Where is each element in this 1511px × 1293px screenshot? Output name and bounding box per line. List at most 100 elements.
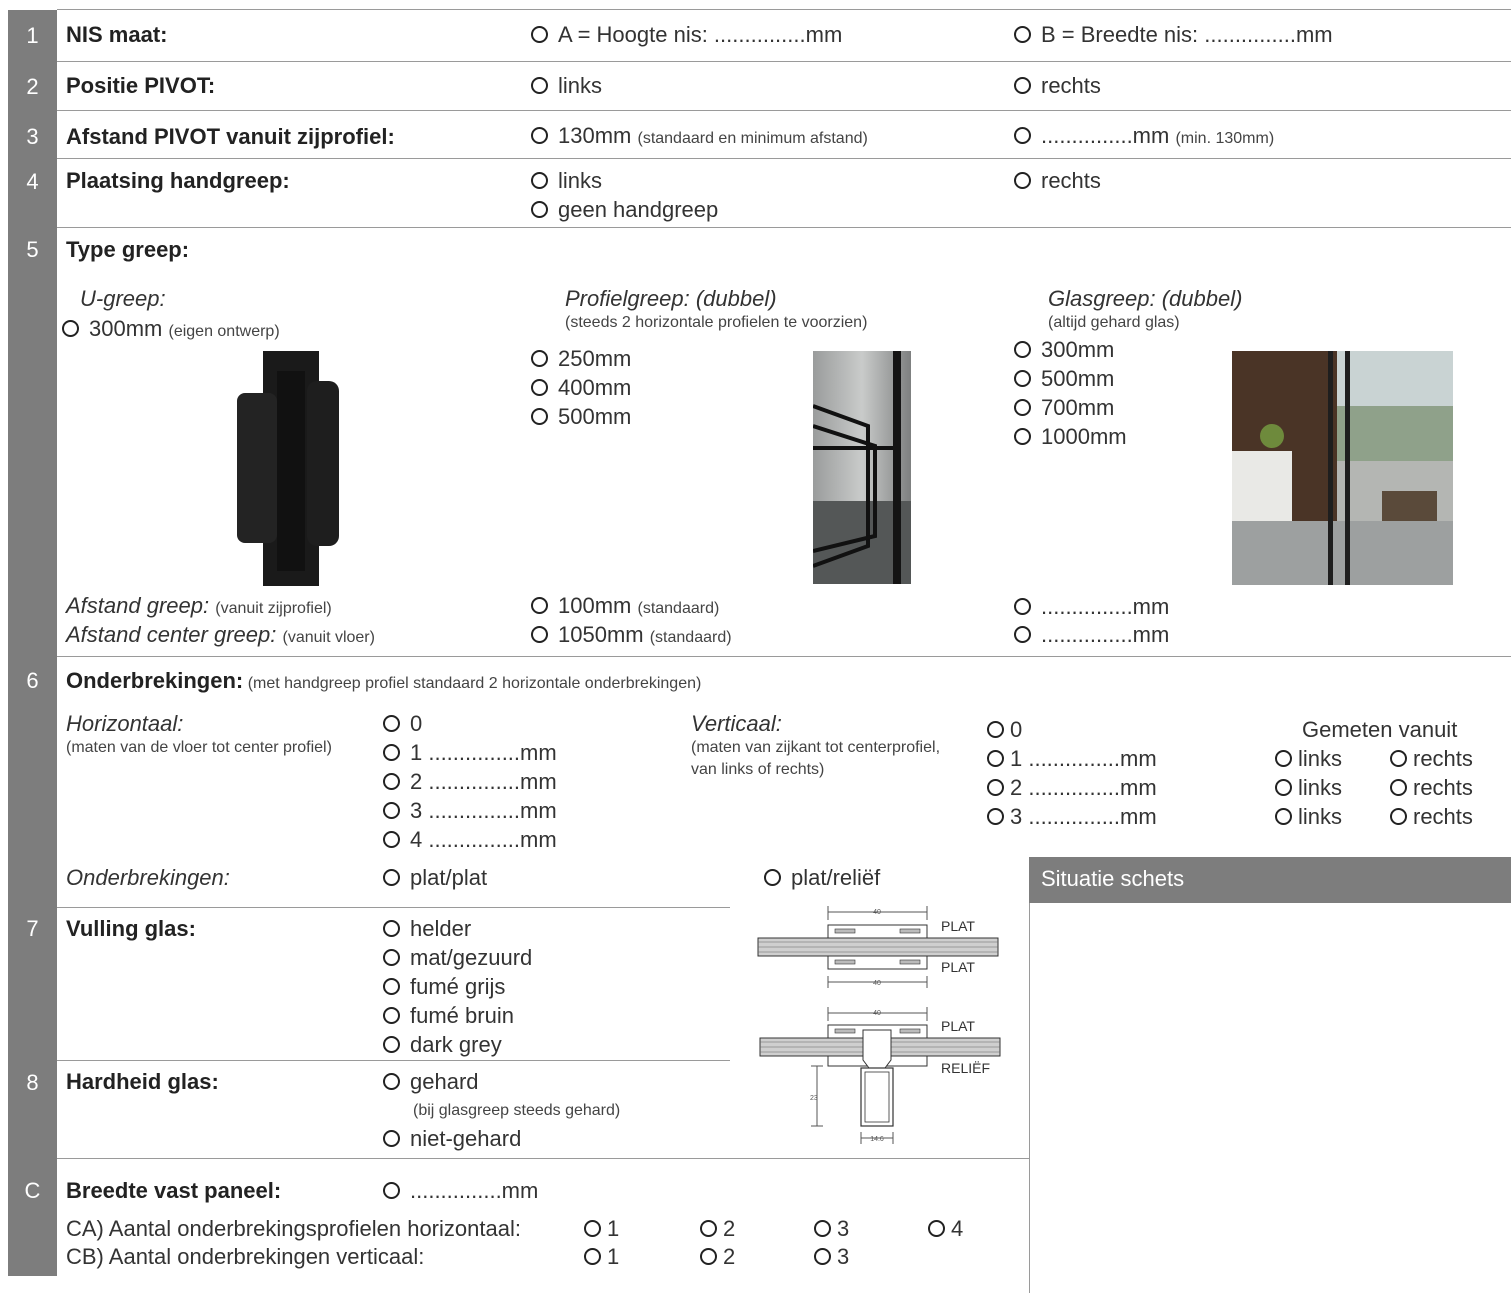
v2-rechts-option[interactable]: rechts	[1390, 775, 1473, 801]
radio-icon[interactable]	[700, 1247, 717, 1265]
v1-rechts-option[interactable]: rechts	[1390, 746, 1473, 772]
plat-relief-option[interactable]: plat/reliëf	[764, 865, 880, 891]
verticaal-0-option[interactable]: 0	[987, 717, 1022, 743]
radio-icon[interactable]	[531, 349, 548, 367]
glasgreep-300-option[interactable]: 300mm	[1014, 337, 1114, 363]
radio-icon[interactable]	[383, 948, 400, 966]
radio-icon[interactable]	[1014, 171, 1031, 189]
profielgreep-400-option[interactable]: 400mm	[531, 375, 631, 401]
cb-1-option[interactable]: 1	[584, 1244, 619, 1270]
vulling-dark-grey-option[interactable]: dark grey	[383, 1032, 502, 1058]
radio-icon[interactable]	[531, 596, 548, 614]
breedte-nis-option[interactable]: B = Breedte nis: ...............mm	[1014, 22, 1333, 48]
horizontaal-2-option[interactable]: 2 ...............mm	[383, 769, 557, 795]
radio-icon[interactable]	[531, 25, 548, 43]
radio-icon[interactable]	[764, 868, 781, 886]
radio-icon[interactable]	[1275, 807, 1292, 825]
vulling-mat-option[interactable]: mat/gezuurd	[383, 945, 532, 971]
radio-icon[interactable]	[1014, 340, 1031, 358]
horizontaal-3-option[interactable]: 3 ...............mm	[383, 798, 557, 824]
pivot-custom-option[interactable]: ...............mm (min. 130mm)	[1014, 123, 1274, 149]
radio-icon[interactable]	[700, 1219, 717, 1237]
radio-icon[interactable]	[1014, 427, 1031, 445]
radio-icon[interactable]	[1014, 597, 1031, 615]
horizontaal-1-option[interactable]: 1 ...............mm	[383, 740, 557, 766]
radio-icon[interactable]	[1390, 778, 1407, 796]
ca-4-option[interactable]: 4	[928, 1216, 963, 1242]
radio-icon[interactable]	[383, 977, 400, 995]
radio-icon[interactable]	[531, 200, 548, 218]
v1-links-option[interactable]: links	[1275, 746, 1342, 772]
horizontaal-0-option[interactable]: 0	[383, 711, 422, 737]
pivot-rechts-option[interactable]: rechts	[1014, 73, 1101, 99]
plat-plat-option[interactable]: plat/plat	[383, 865, 487, 891]
pivot-links-option[interactable]: links	[531, 73, 602, 99]
radio-icon[interactable]	[383, 1072, 400, 1090]
ca-2-option[interactable]: 2	[700, 1216, 735, 1242]
pivot-130-option[interactable]: 130mm (standaard en minimum afstand)	[531, 123, 868, 149]
radio-icon[interactable]	[531, 378, 548, 396]
glasgreep-500-option[interactable]: 500mm	[1014, 366, 1114, 392]
radio-icon[interactable]	[531, 407, 548, 425]
cb-2-option[interactable]: 2	[700, 1244, 735, 1270]
verticaal-2-option[interactable]: 2 ...............mm	[987, 775, 1157, 801]
radio-icon[interactable]	[1275, 778, 1292, 796]
radio-icon[interactable]	[383, 830, 400, 848]
radio-icon[interactable]	[1014, 25, 1031, 43]
radio-icon[interactable]	[987, 749, 1004, 767]
afstand-100-option[interactable]: 100mm (standaard)	[531, 593, 719, 619]
vulling-helder-option[interactable]: helder	[383, 916, 471, 942]
u-greep-300-option[interactable]: 300mm (eigen ontwerp)	[62, 316, 280, 342]
radio-icon[interactable]	[383, 1006, 400, 1024]
radio-icon[interactable]	[383, 1035, 400, 1053]
radio-icon[interactable]	[531, 625, 548, 643]
handgreep-rechts-option[interactable]: rechts	[1014, 168, 1101, 194]
vulling-fume-grijs-option[interactable]: fumé grijs	[383, 974, 505, 1000]
v3-rechts-option[interactable]: rechts	[1390, 804, 1473, 830]
radio-icon[interactable]	[1014, 126, 1031, 144]
hoogte-nis-option[interactable]: A = Hoogte nis: ...............mm	[531, 22, 842, 48]
radio-icon[interactable]	[928, 1219, 945, 1237]
radio-icon[interactable]	[987, 720, 1004, 738]
radio-icon[interactable]	[383, 1129, 400, 1147]
radio-icon[interactable]	[531, 171, 548, 189]
horizontaal-4-option[interactable]: 4 ...............mm	[383, 827, 557, 853]
profielgreep-250-option[interactable]: 250mm	[531, 346, 631, 372]
radio-icon[interactable]	[383, 919, 400, 937]
verticaal-3-option[interactable]: 3 ...............mm	[987, 804, 1157, 830]
radio-icon[interactable]	[1390, 807, 1407, 825]
afstand-custom-option[interactable]: ...............mm	[1014, 594, 1169, 620]
geen-handgreep-option[interactable]: geen handgreep	[531, 197, 718, 223]
niet-gehard-option[interactable]: niet-gehard	[383, 1126, 521, 1152]
handgreep-links-option[interactable]: links	[531, 168, 602, 194]
radio-icon[interactable]	[814, 1219, 831, 1237]
breedte-vast-paneel-option[interactable]: ...............mm	[383, 1178, 538, 1204]
cb-3-option[interactable]: 3	[814, 1244, 849, 1270]
glasgreep-1000-option[interactable]: 1000mm	[1014, 424, 1127, 450]
radio-icon[interactable]	[531, 126, 548, 144]
radio-icon[interactable]	[987, 807, 1004, 825]
radio-icon[interactable]	[1014, 625, 1031, 643]
gehard-option[interactable]: gehard	[383, 1069, 479, 1095]
vulling-fume-bruin-option[interactable]: fumé bruin	[383, 1003, 514, 1029]
radio-icon[interactable]	[1014, 398, 1031, 416]
ca-1-option[interactable]: 1	[584, 1216, 619, 1242]
verticaal-1-option[interactable]: 1 ...............mm	[987, 746, 1157, 772]
radio-icon[interactable]	[814, 1247, 831, 1265]
ca-3-option[interactable]: 3	[814, 1216, 849, 1242]
radio-icon[interactable]	[383, 743, 400, 761]
center-custom-option[interactable]: ...............mm	[1014, 622, 1169, 648]
radio-icon[interactable]	[584, 1247, 601, 1265]
radio-icon[interactable]	[531, 76, 548, 94]
v2-links-option[interactable]: links	[1275, 775, 1342, 801]
glasgreep-700-option[interactable]: 700mm	[1014, 395, 1114, 421]
radio-icon[interactable]	[1014, 369, 1031, 387]
v3-links-option[interactable]: links	[1275, 804, 1342, 830]
radio-icon[interactable]	[1275, 749, 1292, 767]
radio-icon[interactable]	[383, 801, 400, 819]
radio-icon[interactable]	[383, 714, 400, 732]
radio-icon[interactable]	[1390, 749, 1407, 767]
radio-icon[interactable]	[987, 778, 1004, 796]
radio-icon[interactable]	[383, 1181, 400, 1199]
radio-icon[interactable]	[383, 868, 400, 886]
